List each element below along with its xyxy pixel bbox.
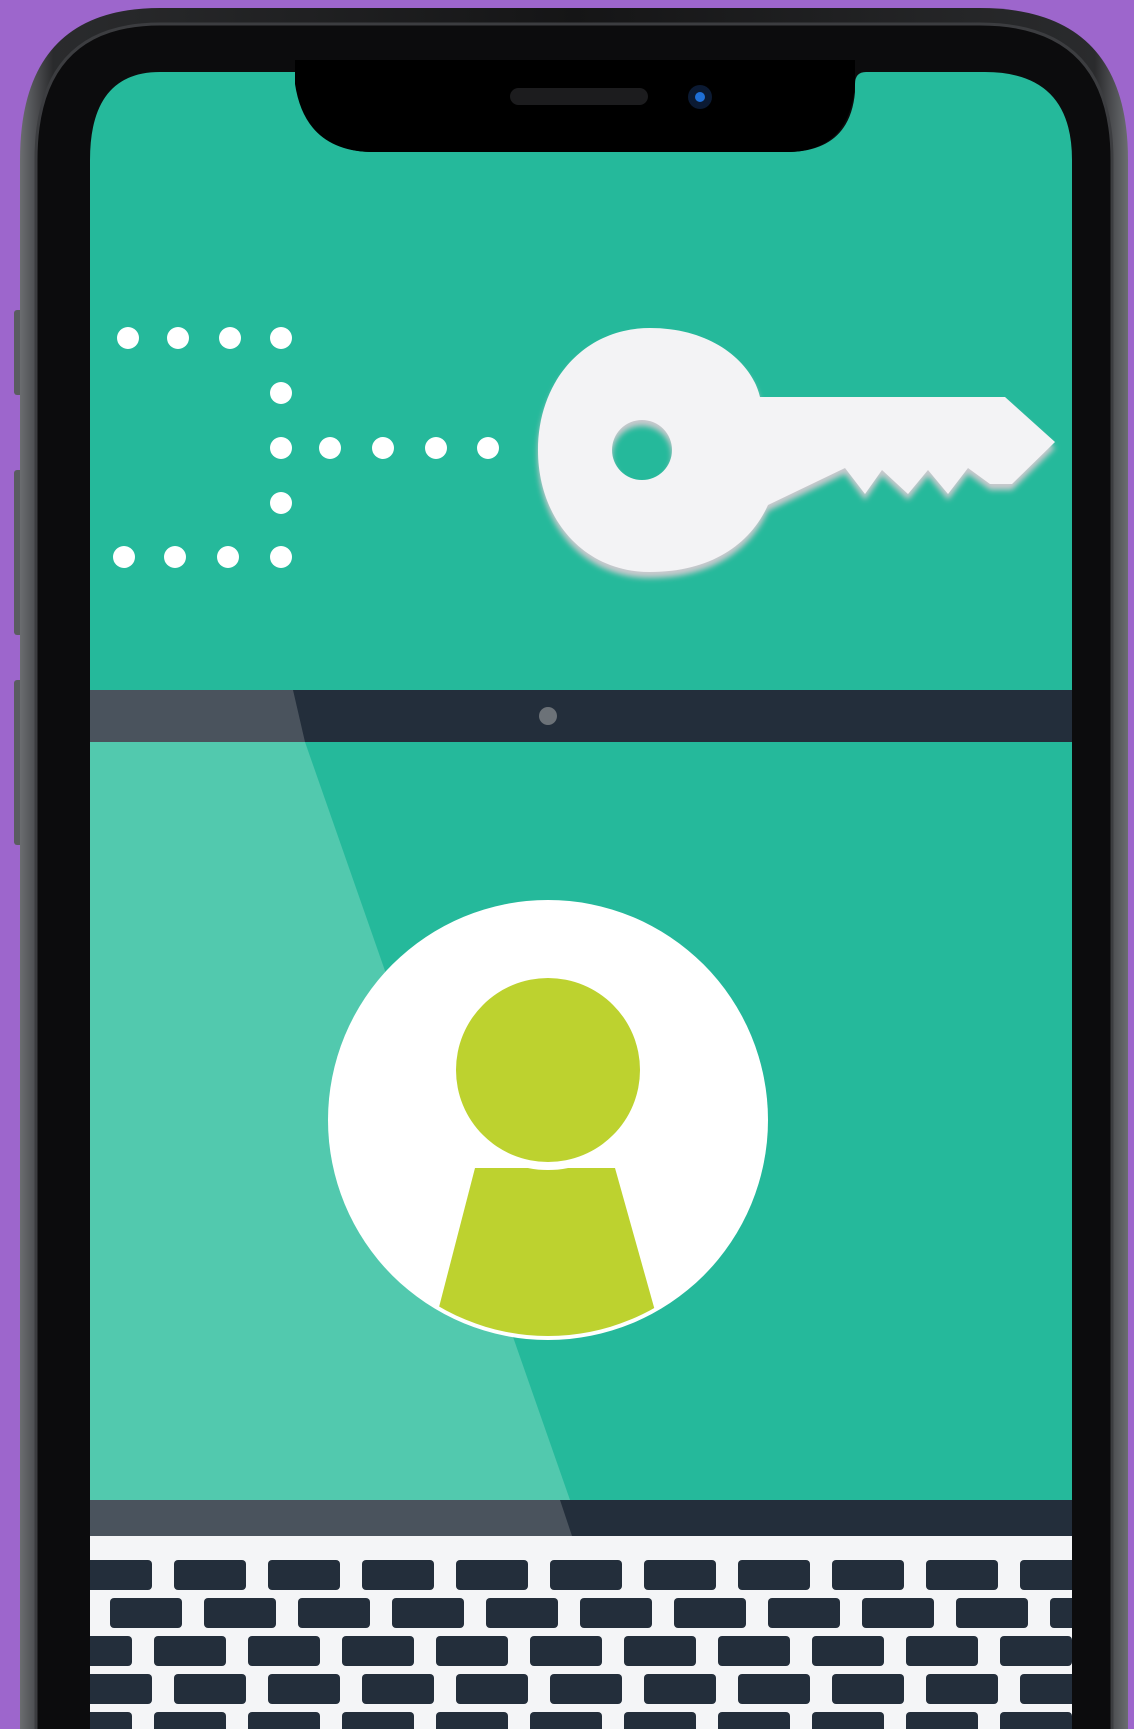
keycap [90, 1560, 152, 1590]
keycap [90, 1674, 152, 1704]
keycap [718, 1712, 790, 1729]
keycap [342, 1712, 414, 1729]
camera-lens [695, 92, 705, 102]
keycap [362, 1560, 434, 1590]
keycap [456, 1674, 528, 1704]
keycap [906, 1712, 978, 1729]
keycap [248, 1712, 320, 1729]
keycap [580, 1598, 652, 1628]
keycap [110, 1598, 182, 1628]
keycap [1000, 1712, 1072, 1729]
keycap [154, 1636, 226, 1666]
keycap [268, 1560, 340, 1590]
keycap [768, 1598, 840, 1628]
keycap [862, 1598, 934, 1628]
keycap [268, 1674, 340, 1704]
keycap [362, 1674, 434, 1704]
keycap [832, 1674, 904, 1704]
keycap [926, 1560, 998, 1590]
phone-illustration [0, 0, 1134, 1729]
webcam-icon [539, 707, 557, 725]
laptop-hinge-shine [90, 1500, 572, 1536]
keycap [738, 1560, 810, 1590]
keycap [812, 1636, 884, 1666]
keycap [342, 1636, 414, 1666]
keycap [486, 1598, 558, 1628]
keycap [550, 1674, 622, 1704]
keycap [204, 1598, 276, 1628]
keycap [456, 1560, 528, 1590]
keycap [530, 1712, 602, 1729]
keycap [248, 1636, 320, 1666]
keycap [154, 1712, 226, 1729]
keycap [832, 1560, 904, 1590]
keyboard-icon [90, 1560, 1072, 1729]
keycap [436, 1636, 508, 1666]
keycap [530, 1636, 602, 1666]
keycap [624, 1636, 696, 1666]
keycap [1000, 1636, 1072, 1666]
keycap [926, 1674, 998, 1704]
screen [90, 72, 1072, 1729]
laptop-bezel-shine [90, 690, 305, 742]
keycap [644, 1674, 716, 1704]
keycap [674, 1598, 746, 1628]
keycap [738, 1674, 810, 1704]
keycap [906, 1636, 978, 1666]
keycap [812, 1712, 884, 1729]
keycap [956, 1598, 1028, 1628]
keycap [174, 1674, 246, 1704]
keycap [624, 1712, 696, 1729]
keycap [718, 1636, 790, 1666]
notch [295, 60, 855, 152]
keycap [550, 1560, 622, 1590]
keycap [436, 1712, 508, 1729]
earpiece-icon [510, 88, 648, 105]
keycap [644, 1560, 716, 1590]
keycap [392, 1598, 464, 1628]
keycap [298, 1598, 370, 1628]
keycap [174, 1560, 246, 1590]
